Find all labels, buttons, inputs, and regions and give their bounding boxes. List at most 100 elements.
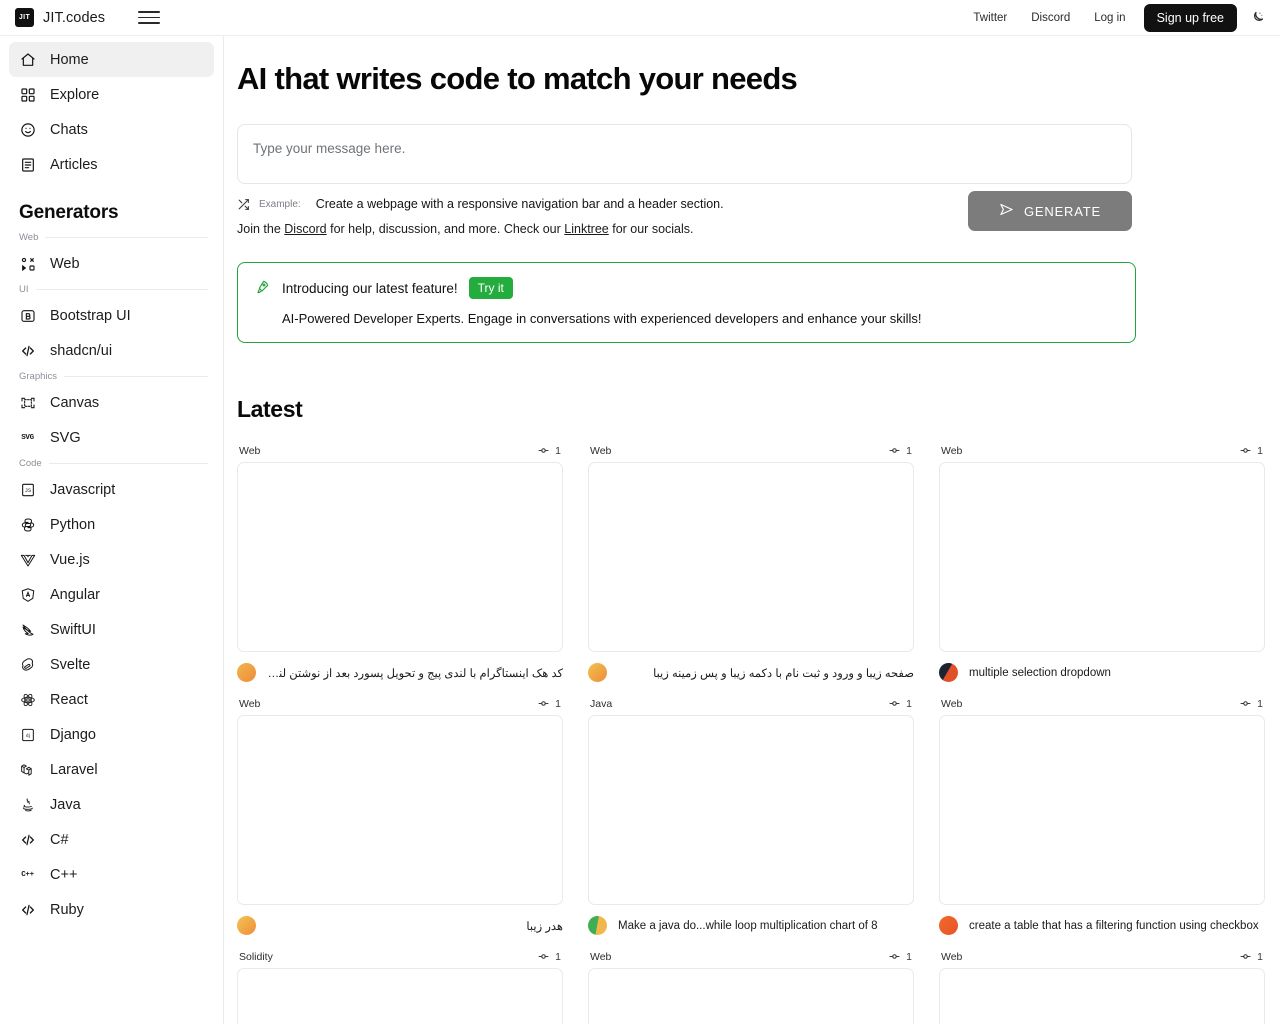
javascript-icon: JS <box>19 481 36 498</box>
shuffle-icon[interactable] <box>237 198 250 211</box>
sidebar-item-articles[interactable]: Articles <box>9 147 214 182</box>
project-card[interactable]: Web 1 صفحه زیبا و ورود و ثبت نام با دکمه… <box>588 444 914 683</box>
sidebar-item-vuejs[interactable]: Vue.js <box>9 542 214 577</box>
brand[interactable]: JIT JIT.codes <box>0 8 105 27</box>
nav-link-discord[interactable]: Discord <box>1019 7 1082 29</box>
sidebar-item-chats[interactable]: Chats <box>9 112 214 147</box>
sidebar-item-swiftui[interactable]: SwiftUI <box>9 612 214 647</box>
commit-icon <box>889 954 900 959</box>
sidebar-item-explore[interactable]: Explore <box>9 77 214 112</box>
commit-icon <box>538 701 549 706</box>
project-card[interactable]: Web 1 multiple selection dropdown <box>939 444 1265 683</box>
cpp-icon: C++ <box>21 870 34 879</box>
card-preview[interactable] <box>237 715 563 906</box>
hamburger-icon[interactable] <box>138 7 161 29</box>
sidebar-item-bootstrap-ui[interactable]: Bootstrap UI <box>9 298 214 333</box>
sidebar-item-svg[interactable]: SVG SVG <box>9 420 214 455</box>
moon-icon[interactable] <box>1248 9 1266 27</box>
top-nav: Twitter Discord Log in Sign up free <box>961 3 1280 32</box>
card-count-value: 1 <box>555 950 561 963</box>
nav-link-login[interactable]: Log in <box>1082 7 1137 29</box>
card-count: 1 <box>1239 950 1263 963</box>
card-count-value: 1 <box>906 697 912 710</box>
card-count: 1 <box>888 444 912 457</box>
avatar <box>588 663 607 683</box>
sidebar-item-label: Explore <box>50 86 100 103</box>
card-count: 1 <box>888 697 912 710</box>
sidebar-item-django[interactable]: dj Django <box>9 717 214 752</box>
discord-link[interactable]: Discord <box>284 222 326 236</box>
project-card[interactable]: Web 1 کد هک اینستاگرام با لندی پیج و تحو… <box>237 444 563 683</box>
card-meta: Web 1 <box>237 697 563 715</box>
code-brackets-icon <box>19 831 36 848</box>
rocket-icon <box>254 279 270 326</box>
message-input[interactable] <box>238 125 1131 184</box>
card-caption: Make a java do...while loop multiplicati… <box>618 919 878 932</box>
card-preview[interactable] <box>588 715 914 906</box>
project-card[interactable]: Solidity 1 <box>237 950 563 1024</box>
sidebar-item-laravel[interactable]: Laravel <box>9 752 214 787</box>
bootstrap-icon <box>19 307 36 324</box>
generate-button[interactable]: GENERATE <box>968 191 1132 232</box>
card-tag: Web <box>239 697 261 710</box>
project-card[interactable]: Web 1 create a table that has a filterin… <box>939 697 1265 936</box>
sidebar-item-react[interactable]: React <box>9 682 214 717</box>
nav-link-twitter[interactable]: Twitter <box>961 7 1019 29</box>
sidebar-item-label: Bootstrap UI <box>50 307 131 324</box>
sidebar-item-csharp[interactable]: C# <box>9 822 214 857</box>
divider <box>64 376 208 377</box>
sidebar-item-java[interactable]: Java <box>9 787 214 822</box>
sidebar-item-canvas[interactable]: Canvas <box>9 385 214 420</box>
project-card[interactable]: Web 1 <box>588 950 914 1024</box>
feature-banner: Introducing our latest feature! Try it A… <box>237 262 1136 344</box>
card-preview[interactable] <box>588 462 914 653</box>
generate-button-label: GENERATE <box>1024 203 1101 219</box>
divider <box>48 463 208 464</box>
page-title: AI that writes code to match your needs <box>237 61 798 96</box>
card-preview[interactable] <box>588 968 914 1024</box>
generators-heading: Generators <box>19 202 119 223</box>
sidebar-item-label: Django <box>50 726 96 743</box>
article-icon <box>19 156 36 173</box>
card-preview[interactable] <box>939 968 1265 1024</box>
sidebar-item-python[interactable]: Python <box>9 507 214 542</box>
project-card[interactable]: Web 1 هدر زیبا <box>237 697 563 936</box>
category-ui: UI <box>19 284 208 295</box>
sidebar-item-label: Javascript <box>50 481 116 498</box>
sidebar-item-label: Home <box>50 51 89 68</box>
example-row: Example: Create a webpage with a respons… <box>237 191 1132 232</box>
sidebar-item-web[interactable]: Web <box>9 246 214 281</box>
sidebar-item-svelte[interactable]: Svelte <box>9 647 214 682</box>
try-it-button[interactable]: Try it <box>468 277 513 300</box>
example-text[interactable]: Create a webpage with a responsive navig… <box>316 197 724 211</box>
project-card[interactable]: Java 1 Make a java do...while loop multi… <box>588 697 914 936</box>
card-count-value: 1 <box>1257 697 1263 710</box>
sign-up-button[interactable]: Sign up free <box>1143 3 1237 32</box>
sidebar-item-cpp[interactable]: C++ C++ <box>9 857 214 892</box>
sidebar-item-label: Angular <box>50 586 100 603</box>
sidebar-item-ruby[interactable]: Ruby <box>9 892 214 927</box>
message-composer[interactable] <box>237 124 1132 185</box>
avatar <box>237 916 256 936</box>
sidebar-item-shadcn-ui[interactable]: shadcn/ui <box>9 333 214 368</box>
commit-icon <box>889 701 900 706</box>
card-preview[interactable] <box>237 462 563 653</box>
card-tag: Web <box>239 444 261 457</box>
canvas-icon <box>19 394 36 411</box>
card-preview[interactable] <box>939 715 1265 906</box>
sidebar-item-javascript[interactable]: JS Javascript <box>9 472 214 507</box>
linktree-link[interactable]: Linktree <box>564 222 608 236</box>
smiley-icon <box>19 121 36 138</box>
project-card[interactable]: Web 1 <box>939 950 1265 1024</box>
card-preview[interactable] <box>939 462 1265 653</box>
sidebar-item-home[interactable]: Home <box>9 42 214 77</box>
sidebar-item-angular[interactable]: Angular <box>9 577 214 612</box>
card-preview[interactable] <box>237 968 563 1024</box>
card-meta: Web 1 <box>939 950 1265 968</box>
send-icon <box>999 202 1014 220</box>
category-web: Web <box>19 232 208 243</box>
avatar <box>939 663 958 683</box>
card-caption: create a table that has a filtering func… <box>969 919 1259 932</box>
card-caption: multiple selection dropdown <box>969 666 1111 679</box>
sidebar: Home Explore Chats Articles Generators W… <box>0 36 224 1024</box>
